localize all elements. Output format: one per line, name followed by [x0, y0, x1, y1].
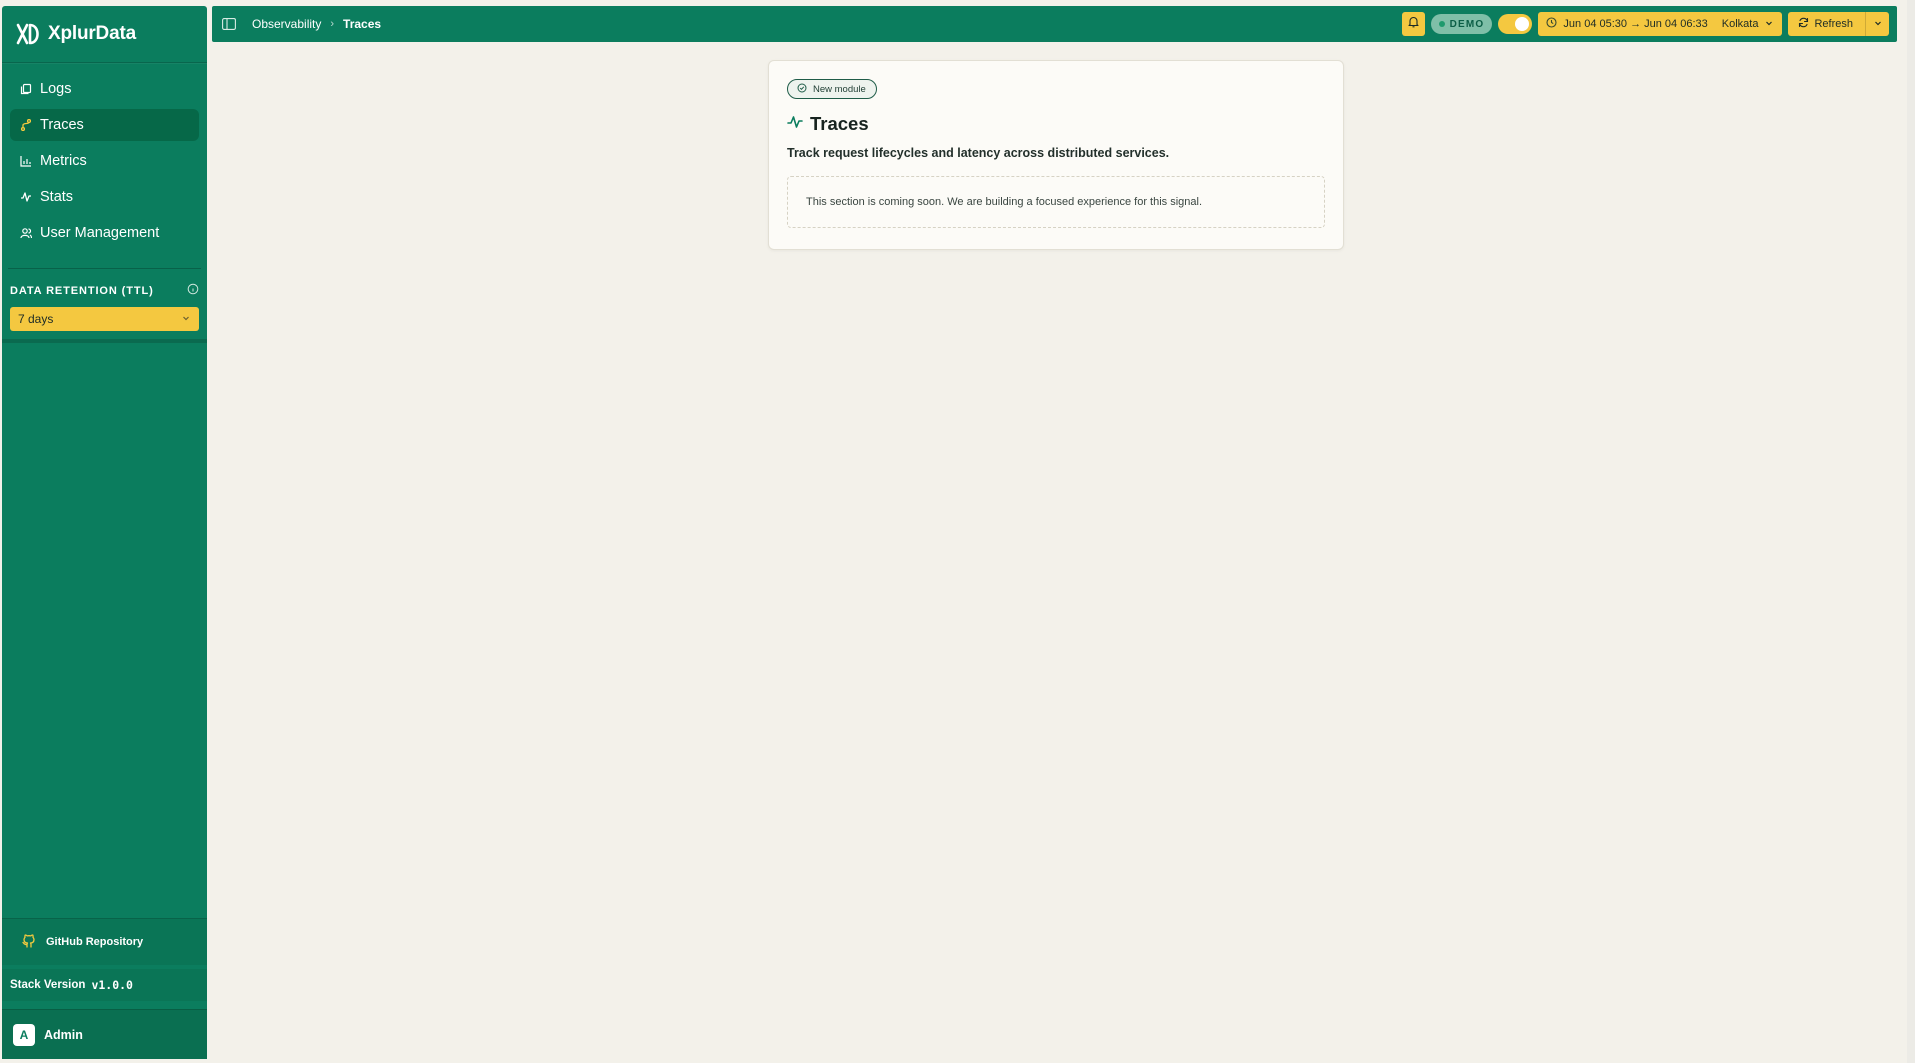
sidebar-item-label: Traces: [40, 117, 84, 133]
top-bar: Observability › Traces DEMO Jun 04 05:30…: [212, 6, 1897, 42]
traces-card: New module Traces Track request lifecycl…: [768, 60, 1344, 250]
breadcrumb-current: Traces: [343, 17, 382, 31]
sidebar-item-label: User Management: [40, 225, 160, 241]
github-icon: [22, 933, 36, 951]
sidebar-item-traces[interactable]: Traces: [10, 109, 199, 141]
github-repository-link[interactable]: GitHub Repository: [2, 918, 207, 965]
breadcrumb: Observability › Traces: [252, 17, 381, 31]
sidebar-item-stats[interactable]: Stats: [10, 181, 199, 213]
demo-badge: DEMO: [1430, 14, 1493, 34]
notifications-button[interactable]: [1401, 12, 1425, 36]
timezone-value: Kolkata: [1721, 18, 1759, 30]
refresh-label: Refresh: [1814, 18, 1853, 30]
sidebar-nav: Logs Traces Metrics Stats User Managemen…: [2, 63, 207, 249]
sidebar-item-label: Logs: [40, 81, 72, 97]
ttl-section: DATA RETENTION (TTL) 7 days: [2, 283, 207, 343]
new-module-badge: New module: [787, 79, 877, 99]
users-icon: [20, 227, 32, 239]
chevron-down-icon: [1873, 15, 1883, 33]
sidebar-item-label: Stats: [40, 189, 74, 205]
coming-soon-notice: This section is coming soon. We are buil…: [787, 176, 1325, 228]
status-dot: [1438, 21, 1445, 27]
xplurdata-logo-icon: [16, 22, 40, 46]
brand[interactable]: XplurData: [2, 6, 207, 63]
sidebar-item-logs[interactable]: Logs: [10, 73, 199, 105]
refresh-interval-dropdown[interactable]: [1865, 12, 1889, 36]
ttl-select-value: 7 days: [18, 312, 54, 326]
demo-label: DEMO: [1449, 18, 1485, 30]
refresh-control: Refresh: [1788, 12, 1889, 36]
sidebar: XplurData Logs Traces Metrics Stats User…: [2, 6, 207, 1059]
user-name: Admin: [44, 1027, 83, 1042]
scrollbar[interactable]: [1907, 0, 1915, 1063]
toggle-knob: [1515, 17, 1530, 31]
github-label: GitHub Repository: [46, 936, 144, 948]
badge-label: New module: [813, 83, 866, 95]
chevron-down-icon: [1764, 18, 1774, 31]
stats-icon: [20, 191, 32, 203]
sidebar-item-user-management[interactable]: User Management: [10, 217, 199, 249]
brand-name: XplurData: [48, 23, 136, 44]
sidebar-item-metrics[interactable]: Metrics: [10, 145, 199, 177]
metrics-icon: [20, 155, 32, 167]
stack-version-value: v1.0.0: [91, 978, 133, 992]
chevron-down-icon: [181, 312, 191, 326]
traces-icon: [20, 119, 32, 131]
refresh-icon: [1798, 17, 1809, 31]
breadcrumb-observability[interactable]: Observability: [252, 17, 321, 31]
stack-version-label: Stack Version: [10, 979, 86, 991]
sidebar-toggle-icon[interactable]: [222, 16, 238, 32]
card-title: Traces: [787, 113, 1325, 135]
sidebar-item-label: Metrics: [40, 153, 87, 169]
user-menu[interactable]: A Admin: [2, 1009, 207, 1059]
theme-toggle[interactable]: [1498, 14, 1533, 34]
page-description: Track request lifecycles and latency acr…: [787, 146, 1170, 160]
avatar: A: [13, 1023, 35, 1046]
refresh-button[interactable]: Refresh: [1788, 12, 1865, 36]
logs-icon: [20, 83, 32, 95]
sidebar-divider: [8, 268, 201, 269]
bell-icon: [1408, 15, 1419, 33]
page-title: Traces: [810, 113, 869, 134]
time-range-picker[interactable]: Jun 04 05:30 → Jun 04 06:33 Kolkata: [1538, 12, 1783, 36]
ttl-select[interactable]: 7 days: [10, 307, 199, 331]
info-icon[interactable]: [187, 282, 199, 300]
activity-icon: [787, 115, 803, 134]
check-circle-icon: [797, 83, 807, 96]
notice-text: This section is coming soon. We are buil…: [806, 196, 1203, 208]
time-range-value: Jun 04 05:30 → Jun 04 06:33: [1563, 18, 1708, 30]
ttl-label: DATA RETENTION (TTL): [10, 285, 154, 297]
stack-version: Stack Version v1.0.0: [2, 969, 207, 1001]
clock-icon: [1546, 17, 1557, 31]
breadcrumb-separator: ›: [330, 18, 335, 30]
